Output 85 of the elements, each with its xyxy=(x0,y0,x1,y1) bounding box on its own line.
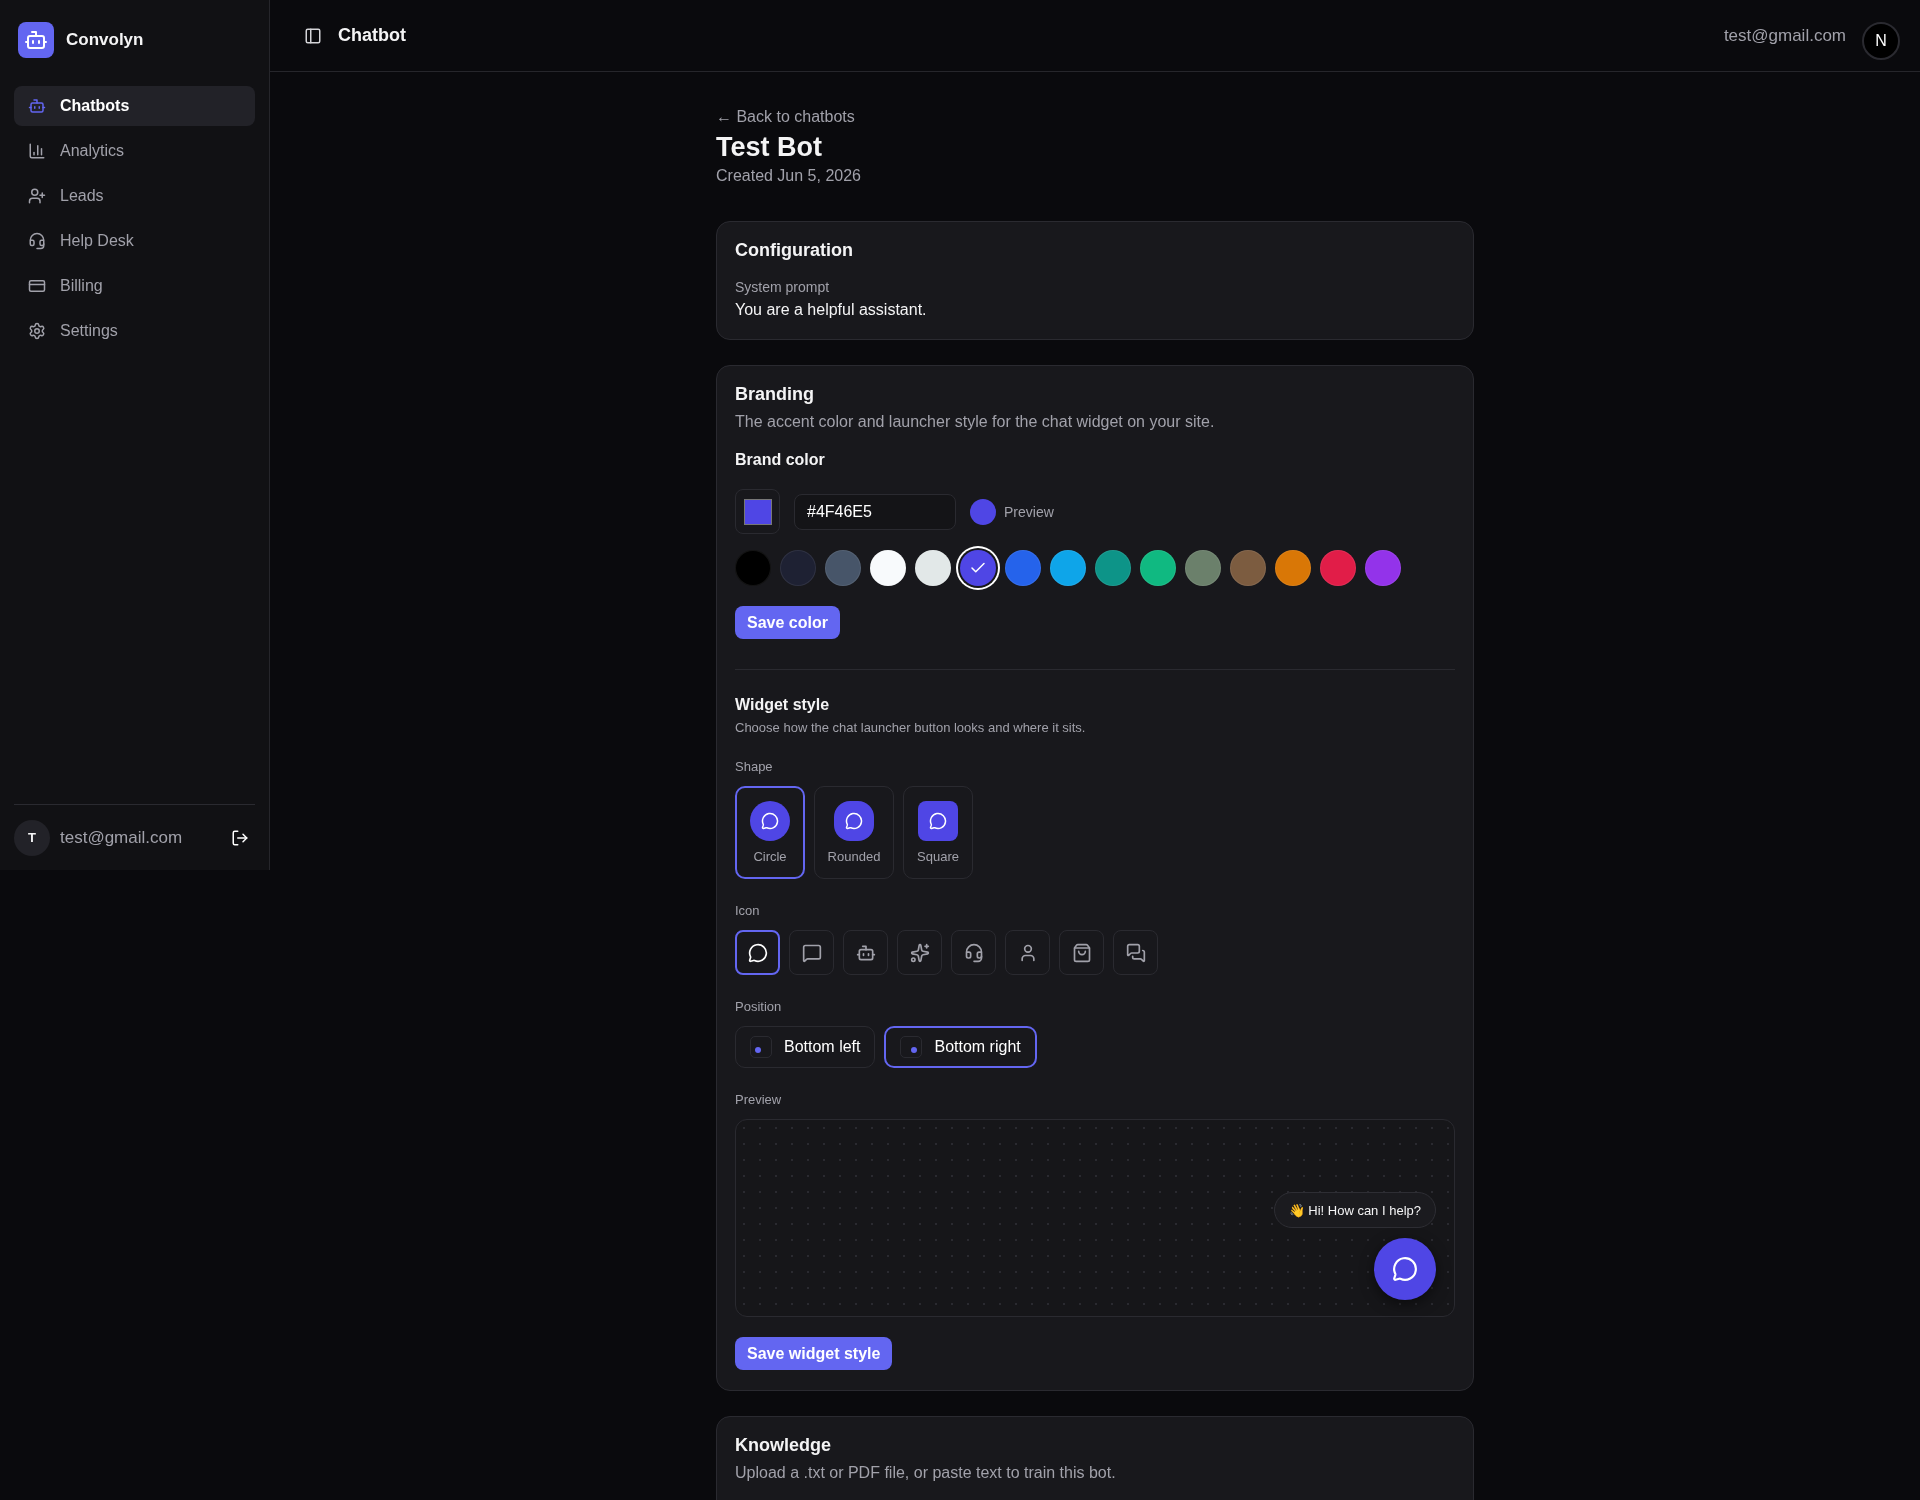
sidebar-item[interactable]: Analytics xyxy=(14,131,255,171)
save-widget-style-button[interactable]: Save widget style xyxy=(735,1337,893,1370)
field-label: Shape xyxy=(735,759,774,774)
shape-option[interactable]: Circle xyxy=(735,786,805,879)
page-title: Chatbot xyxy=(338,25,407,46)
sidebar-item[interactable]: Leads xyxy=(14,176,255,216)
headset-icon xyxy=(963,942,984,963)
user-email: test@gmail.com xyxy=(1723,25,1846,46)
color-swatch[interactable] xyxy=(735,550,771,586)
sidebar-toggle-icon[interactable] xyxy=(304,26,322,45)
bar-chart-icon xyxy=(28,142,46,160)
card-title: Branding xyxy=(735,384,815,405)
color-swatch[interactable] xyxy=(1275,550,1311,586)
color-swatch[interactable] xyxy=(1185,550,1221,586)
color-swatch[interactable] xyxy=(1140,550,1176,586)
shape-label: Circle xyxy=(753,849,787,864)
section-title: Widget style xyxy=(735,696,831,714)
sidebar-item[interactable]: Chatbots xyxy=(14,86,255,126)
sidebar-item[interactable]: Billing xyxy=(14,266,255,306)
position-option[interactable]: Bottom left xyxy=(735,1026,876,1068)
sparkles-icon xyxy=(909,942,930,963)
color-swatch[interactable] xyxy=(825,550,861,586)
color-swatch[interactable] xyxy=(1365,550,1401,586)
icon-option[interactable] xyxy=(897,930,942,975)
field-label: Position xyxy=(735,999,783,1014)
shape-option[interactable]: Rounded xyxy=(814,786,894,879)
icon-option[interactable] xyxy=(789,930,834,975)
icon-option[interactable] xyxy=(843,930,888,975)
color-swatch[interactable] xyxy=(870,550,906,586)
greeting-bubble: 👋 Hi! How can I help? xyxy=(1273,1192,1436,1228)
field-label: Brand color xyxy=(735,451,826,469)
field-label: Icon xyxy=(735,903,761,918)
icon-option[interactable] xyxy=(951,930,996,975)
headset-icon xyxy=(28,232,46,250)
bot-title: Test Bot xyxy=(716,132,823,163)
icon-option[interactable] xyxy=(1059,930,1104,975)
hex-input-field[interactable]: #4F46E5 xyxy=(794,493,956,530)
card-description: Upload a .txt or PDF file, or paste text to train this bot. xyxy=(735,1464,1117,1482)
sidebar-item[interactable]: Settings xyxy=(14,311,255,351)
icon-option[interactable] xyxy=(735,930,780,975)
corner-position-icon xyxy=(900,1036,923,1058)
chat-bubble-icon xyxy=(1392,1256,1418,1282)
settings-icon xyxy=(28,322,46,340)
launcher-shape-icon xyxy=(750,801,790,841)
robot-logo-icon xyxy=(18,22,54,58)
user-avatar[interactable]: N xyxy=(1862,21,1900,60)
color-swatch[interactable] xyxy=(1230,550,1266,586)
color-swatch[interactable] xyxy=(1095,550,1131,586)
color-swatch[interactable] xyxy=(1320,550,1356,586)
user-plus-icon xyxy=(28,187,46,205)
brand-name: Convolyn xyxy=(66,30,144,50)
system-prompt-value: You are a helpful assistant. xyxy=(735,301,928,319)
field-label: Preview xyxy=(735,1092,783,1107)
icon-option[interactable] xyxy=(1113,930,1158,975)
launcher-shape-icon xyxy=(918,801,958,841)
position-option[interactable]: Bottom right xyxy=(884,1026,1037,1068)
back-link[interactable]: ← Back to chatbots xyxy=(716,108,855,126)
robot-icon xyxy=(28,97,46,115)
card-description: The accent color and launcher style for the chat widget on your site. xyxy=(735,413,1216,431)
color-swatch[interactable] xyxy=(780,550,816,586)
sidebar-item[interactable]: Help Desk xyxy=(14,221,255,261)
chat-bubble-icon xyxy=(747,942,768,963)
launcher-shape-icon xyxy=(834,801,874,841)
chat-bubbles-icon xyxy=(1125,942,1146,963)
save-color-button[interactable]: Save color xyxy=(735,606,840,639)
shape-label: Rounded xyxy=(827,849,881,864)
shape-option[interactable]: Square xyxy=(903,786,973,879)
corner-position-icon xyxy=(750,1036,772,1058)
preview-label: Preview xyxy=(1004,503,1054,520)
color-swatch[interactable] xyxy=(1050,550,1086,586)
field-label: System prompt xyxy=(735,279,831,295)
user-avatar: T xyxy=(14,819,50,856)
user-email: test@gmail.com xyxy=(60,827,184,848)
color-swatch[interactable] xyxy=(960,550,996,586)
card-title: Knowledge xyxy=(735,1435,832,1456)
shopping-bag-icon xyxy=(1071,942,1092,963)
created-date: Created Jun 5, 2026 xyxy=(716,167,862,185)
color-picker[interactable] xyxy=(735,489,780,534)
color-swatch[interactable] xyxy=(1005,550,1041,586)
color-swatch[interactable] xyxy=(915,550,951,586)
card-title: Configuration xyxy=(735,240,854,261)
shape-label: Square xyxy=(917,849,959,864)
logout-icon[interactable] xyxy=(231,828,249,847)
section-description: Choose how the chat launcher button looks and where it sits. xyxy=(735,720,1087,735)
credit-card-icon xyxy=(28,277,46,295)
